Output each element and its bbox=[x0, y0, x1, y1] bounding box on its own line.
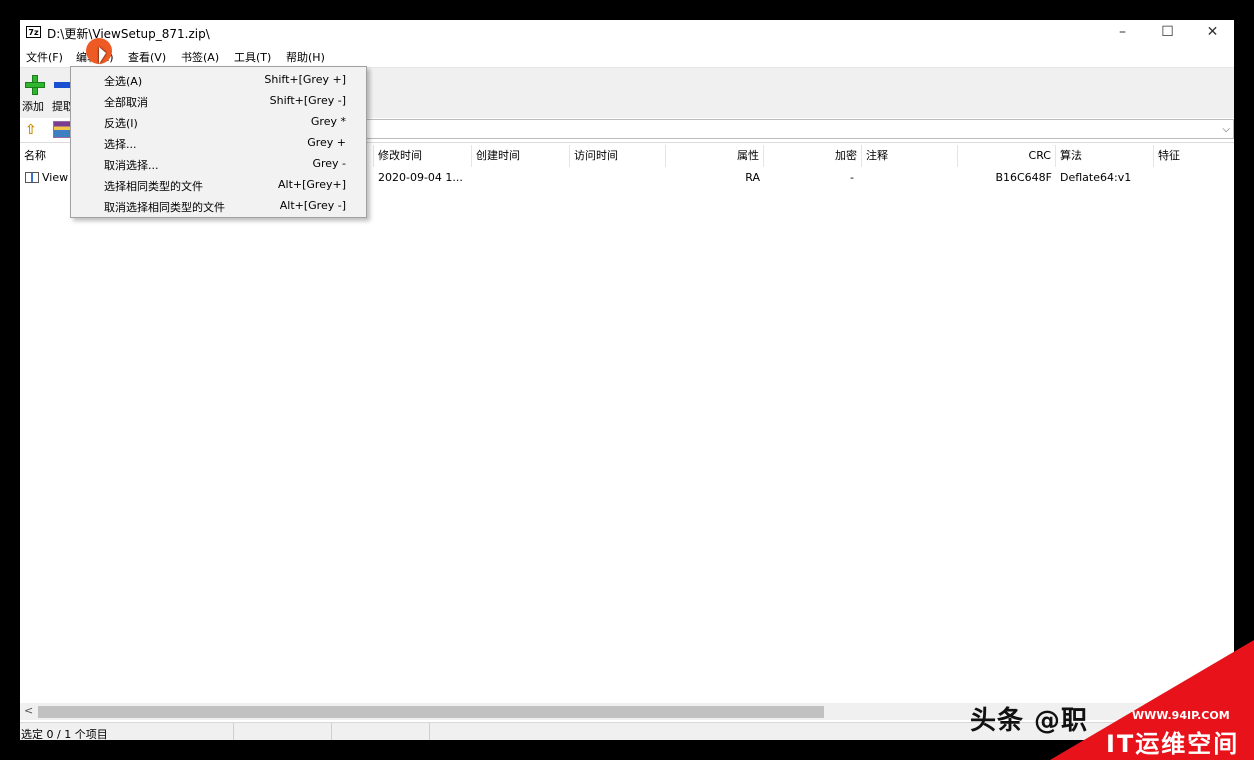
scrollbar-thumb[interactable] bbox=[38, 706, 824, 718]
watermark-url: WWW.94IP.COM bbox=[1132, 709, 1230, 722]
menu-view[interactable]: 查看(V) bbox=[128, 49, 166, 65]
column-comment[interactable]: 注释 bbox=[862, 145, 958, 167]
menu-item-deselect-same-type[interactable]: 取消选择相同类型的文件 Alt+[Grey -] bbox=[71, 195, 366, 216]
status-text: 选定 0 / 1 个项目 bbox=[21, 728, 108, 740]
menu-item-deselect-all[interactable]: 全部取消 Shift+[Grey -] bbox=[71, 90, 366, 111]
menu-item-select-same-type[interactable]: 选择相同类型的文件 Alt+[Grey+] bbox=[71, 174, 366, 195]
menu-item-label: 选择相同类型的文件 bbox=[104, 180, 203, 193]
status-divider bbox=[233, 723, 234, 740]
column-method[interactable]: 算法 bbox=[1056, 145, 1154, 167]
menu-item-shortcut: Grey * bbox=[310, 115, 346, 128]
menu-item-shortcut: Alt+[Grey -] bbox=[279, 199, 346, 212]
menu-item-shortcut: Grey + bbox=[307, 136, 346, 149]
edit-menu-dropdown: 全选(A) Shift+[Grey +] 全部取消 Shift+[Grey -]… bbox=[70, 66, 367, 218]
menu-item-deselect[interactable]: 取消选择... Grey - bbox=[71, 153, 366, 174]
menu-tools[interactable]: 工具(T) bbox=[234, 49, 271, 65]
menu-file[interactable]: 文件(F) bbox=[26, 49, 63, 65]
up-folder-icon[interactable]: ⇧ bbox=[25, 122, 39, 138]
file-encrypted: - bbox=[850, 171, 854, 184]
menu-item-select[interactable]: 选择... Grey + bbox=[71, 132, 366, 153]
menu-item-shortcut: Shift+[Grey -] bbox=[269, 94, 346, 107]
mouse-cursor-icon bbox=[99, 47, 106, 64]
column-encrypted[interactable]: 加密 bbox=[764, 145, 862, 167]
status-divider bbox=[429, 723, 430, 740]
archive-icon[interactable] bbox=[53, 121, 71, 138]
title-bar: 7z D:\更新\ViewSetup_871.zip\ – ☐ ✕ bbox=[20, 20, 1234, 45]
status-divider bbox=[331, 723, 332, 740]
menu-bookmarks[interactable]: 书签(A) bbox=[181, 49, 219, 65]
column-created[interactable]: 创建时间 bbox=[472, 145, 570, 167]
menu-help[interactable]: 帮助(H) bbox=[286, 49, 325, 65]
file-crc: B16C648F bbox=[995, 171, 1052, 184]
menu-item-label: 全部取消 bbox=[104, 96, 148, 109]
menu-item-label: 选择... bbox=[104, 138, 137, 151]
file-created bbox=[472, 168, 570, 188]
column-characteristics[interactable]: 特征 bbox=[1154, 145, 1234, 167]
column-accessed[interactable]: 访问时间 bbox=[570, 145, 666, 167]
chevron-down-icon[interactable]: ⌵ bbox=[1222, 120, 1230, 140]
menu-item-shortcut: Shift+[Grey +] bbox=[264, 73, 346, 86]
minimize-button[interactable]: – bbox=[1100, 20, 1145, 45]
close-button[interactable]: ✕ bbox=[1190, 20, 1234, 45]
file-icon bbox=[25, 172, 39, 183]
scroll-left-icon[interactable]: < bbox=[24, 704, 33, 717]
file-characteristics bbox=[1154, 168, 1234, 188]
column-modified[interactable]: 修改时间 bbox=[374, 145, 472, 167]
menu-item-select-all[interactable]: 全选(A) Shift+[Grey +] bbox=[71, 69, 366, 90]
maximize-button[interactable]: ☐ bbox=[1145, 20, 1190, 45]
file-modified: 2020-09-04 1... bbox=[378, 171, 463, 184]
add-icon[interactable] bbox=[25, 75, 45, 95]
column-crc[interactable]: CRC bbox=[958, 145, 1056, 167]
file-attributes: RA bbox=[745, 171, 760, 184]
menu-bar: 文件(F) 编辑(E) 查看(V) 书签(A) 工具(T) 帮助(H) bbox=[20, 45, 1234, 67]
watermark-source: 头条 @职 bbox=[970, 706, 1089, 736]
add-button-label[interactable]: 添加 bbox=[22, 98, 44, 114]
menu-item-shortcut: Grey - bbox=[312, 157, 346, 170]
menu-item-shortcut: Alt+[Grey+] bbox=[278, 178, 346, 191]
file-comment bbox=[862, 168, 958, 188]
menu-item-label: 全选(A) bbox=[104, 75, 143, 88]
path-input[interactable]: ⌵ bbox=[366, 119, 1234, 139]
menu-item-label: 取消选择... bbox=[104, 159, 159, 172]
menu-item-label: 反选(I) bbox=[104, 117, 138, 130]
file-method: Deflate64:v1 bbox=[1060, 171, 1132, 184]
file-accessed bbox=[570, 168, 666, 188]
menu-item-label: 取消选择相同类型的文件 bbox=[104, 201, 225, 214]
column-attributes[interactable]: 属性 bbox=[666, 145, 764, 167]
menu-item-invert-selection[interactable]: 反选(I) Grey * bbox=[71, 111, 366, 132]
watermark-brand: IT运维空间 bbox=[1106, 730, 1240, 758]
window-title: D:\更新\ViewSetup_871.zip\ bbox=[47, 27, 210, 41]
archive-app-icon: 7z bbox=[26, 26, 41, 38]
